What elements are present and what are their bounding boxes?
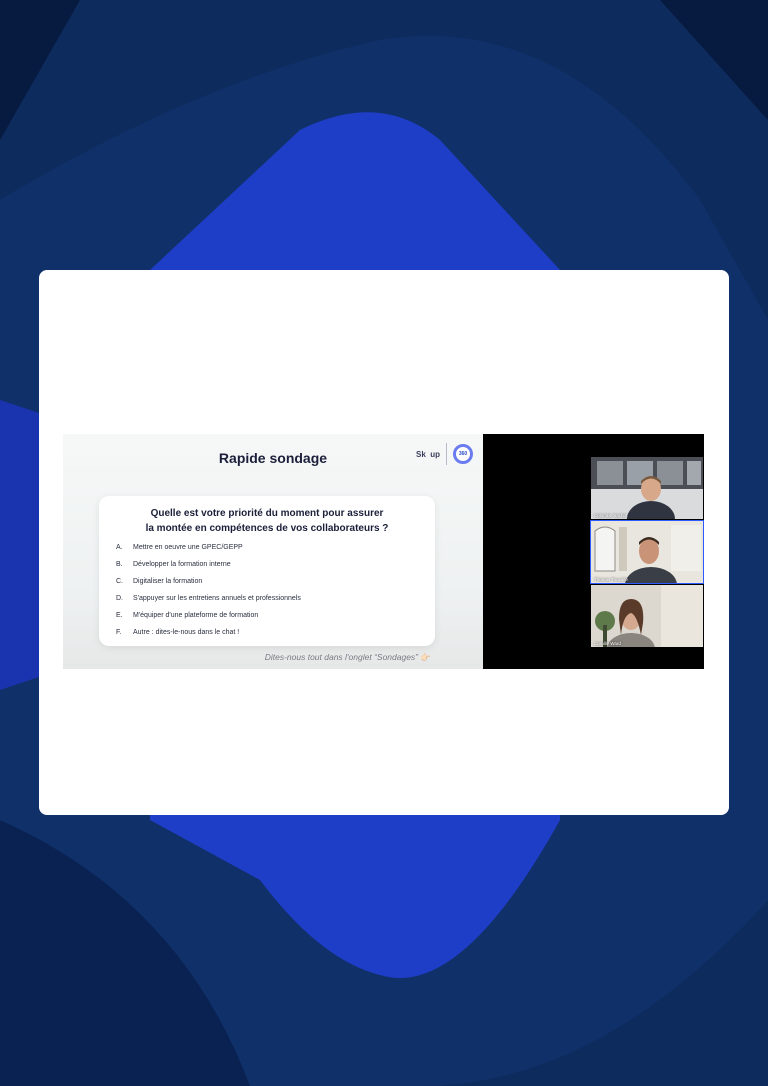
option-letter: D. xyxy=(116,595,123,602)
participant-name: Camille Ward xyxy=(594,641,621,646)
brand-divider xyxy=(446,443,447,465)
option-text: Autre : dites-le-nous dans le chat ! xyxy=(133,629,240,636)
option-letter: E. xyxy=(116,612,123,619)
shared-slide: Rapide sondage Sk up 360 Quelle est votr… xyxy=(63,434,483,669)
poll-question: Quelle est votre priorité du moment pour… xyxy=(99,506,435,536)
option-letter: A. xyxy=(116,544,123,551)
poll-question-line-2: la montée en compétences de vos collabor… xyxy=(145,523,389,534)
participant-video-frame xyxy=(591,521,703,583)
option-text: Mettre en oeuvre une GPEC/GEPP xyxy=(133,544,243,551)
video-stage: Rapide sondage Sk up 360 Quelle est votr… xyxy=(63,434,704,669)
option-text: M'équiper d'une plateforme de formation xyxy=(133,612,259,619)
brand-badge: 360 xyxy=(453,444,473,464)
participant-name: Thomas Toucalle xyxy=(594,577,628,582)
participant-video-tile-active[interactable]: Thomas Toucalle xyxy=(590,520,704,584)
option-letter: F. xyxy=(116,629,122,636)
slide-footer: Dites-nous tout dans l'onglet “Sondages”… xyxy=(265,652,431,663)
poll-question-line-1: Quelle est votre priorité du moment pour… xyxy=(150,508,384,519)
brand-name: Sk up xyxy=(415,449,440,459)
slide-footer-text: Dites-nous tout dans l'onglet “Sondages” xyxy=(264,652,419,662)
participant-video-frame xyxy=(591,585,703,647)
option-letter: C. xyxy=(116,578,123,585)
poll-question-box: Quelle est votre priorité du moment pour… xyxy=(99,496,435,646)
participant-video-frame xyxy=(591,457,703,519)
brand-logo: Sk up 360 xyxy=(416,443,473,465)
option-letter: B. xyxy=(116,561,123,568)
pointing-hand-icon: 👉🏻 xyxy=(420,652,431,662)
presentation-card: Rapide sondage Sk up 360 Quelle est votr… xyxy=(39,270,729,815)
option-text: Digitaliser la formation xyxy=(133,578,203,585)
participant-video-tile[interactable]: Colombe Sachot xyxy=(591,457,703,519)
option-text: S'appuyer sur les entretiens annuels et … xyxy=(133,595,301,602)
participant-name: Colombe Sachot xyxy=(594,513,628,518)
participant-video-tile[interactable]: Camille Ward xyxy=(591,585,703,647)
option-text: Développer la formation interne xyxy=(133,561,231,568)
